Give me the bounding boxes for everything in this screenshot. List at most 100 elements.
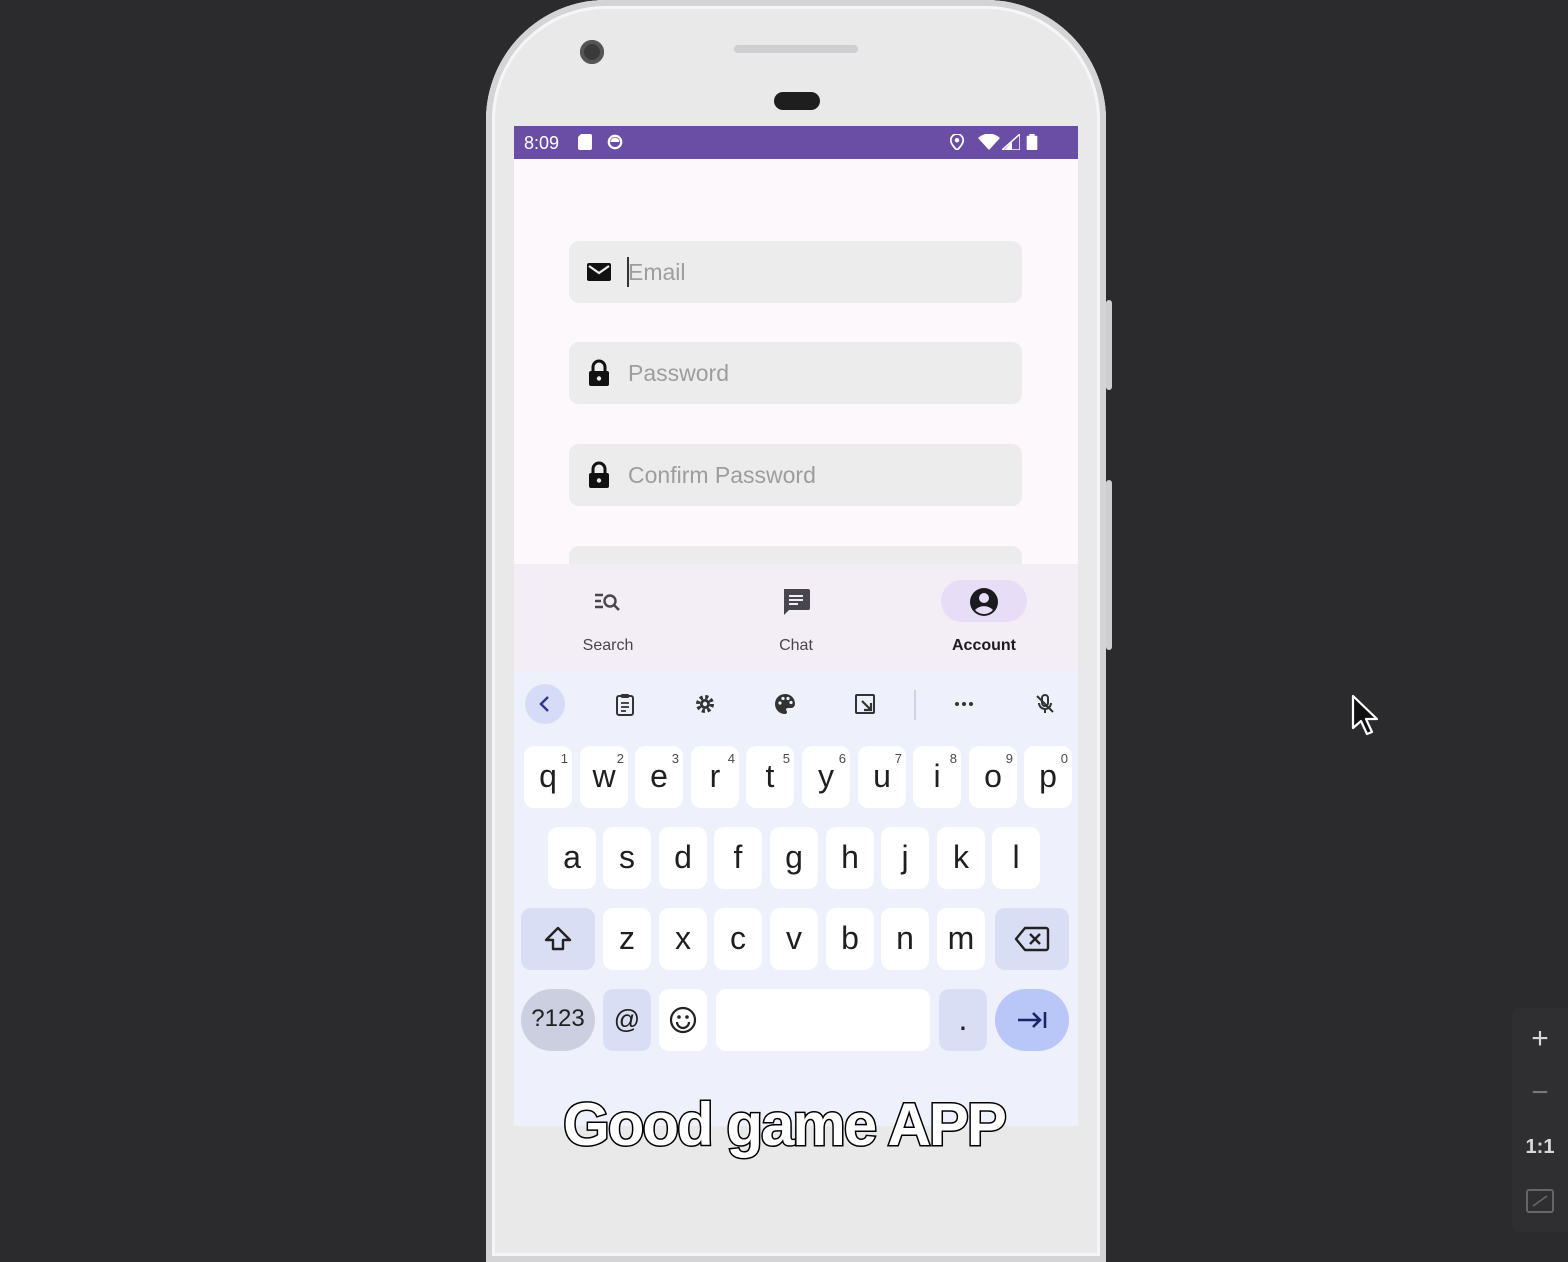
mouse-cursor-icon — [1351, 694, 1379, 736]
key-label: o — [984, 758, 1002, 794]
sync-icon — [607, 134, 623, 150]
nav-item-search[interactable]: Search — [514, 564, 702, 670]
lock-icon — [589, 359, 609, 386]
emoji-key[interactable] — [659, 989, 707, 1051]
emulator-zoom-controls: + − 1:1 — [1512, 1008, 1568, 1232]
key-hint: 2 — [616, 751, 624, 766]
key-c[interactable]: c — [714, 908, 762, 970]
key-a[interactable]: a — [548, 827, 596, 889]
clipboard-icon — [616, 694, 634, 716]
confirm-password-placeholder: Confirm Password — [628, 462, 816, 488]
key-r[interactable]: 4r — [691, 746, 739, 808]
location-icon — [950, 134, 964, 150]
toolbar-divider — [914, 690, 916, 720]
device-screen: 8:09 Email Password Confirm Password Sea… — [514, 126, 1078, 1126]
shift-key[interactable] — [521, 908, 595, 970]
key-q[interactable]: 1q — [524, 746, 572, 808]
key-p[interactable]: 0p — [1024, 746, 1072, 808]
key-label: q — [539, 758, 557, 794]
key-i[interactable]: 8i — [913, 746, 961, 808]
zoom-out-button[interactable]: − — [1512, 1068, 1568, 1118]
keyboard-settings-button[interactable] — [685, 684, 725, 724]
palette-icon — [775, 694, 795, 714]
lock-icon — [589, 461, 609, 488]
password-field[interactable]: Password — [569, 342, 1022, 404]
key-hint: 9 — [1005, 751, 1013, 766]
back-icon — [539, 696, 549, 712]
earpiece-speaker — [734, 45, 858, 53]
actual-size-button[interactable]: 1:1 — [1512, 1122, 1568, 1172]
key-w[interactable]: 2w — [580, 746, 628, 808]
password-placeholder: Password — [628, 360, 729, 386]
sd-card-icon — [578, 134, 592, 150]
key-m[interactable]: m — [937, 908, 985, 970]
resize-keyboard-button[interactable] — [845, 684, 885, 724]
key-label: p — [1039, 758, 1057, 794]
key-l[interactable]: l — [992, 827, 1040, 889]
key-hint: 6 — [838, 751, 846, 766]
at-key[interactable]: @ — [603, 989, 651, 1051]
key-label: y — [818, 758, 834, 794]
key-b[interactable]: b — [826, 908, 874, 970]
key-g[interactable]: g — [770, 827, 818, 889]
voice-input-button[interactable] — [1025, 684, 1065, 724]
nav-label-account: Account — [952, 637, 1016, 654]
volume-button — [1106, 480, 1112, 650]
email-field[interactable]: Email — [569, 241, 1022, 303]
key-n[interactable]: n — [881, 908, 929, 970]
nav-item-account[interactable]: Account — [890, 564, 1078, 670]
emoji-icon — [669, 1006, 697, 1034]
key-t[interactable]: 5t — [746, 746, 794, 808]
key-j[interactable]: j — [881, 827, 929, 889]
key-label: t — [765, 758, 775, 794]
key-k[interactable]: k — [937, 827, 985, 889]
fit-screen-button[interactable] — [1512, 1176, 1568, 1226]
front-camera — [580, 40, 604, 64]
key-hint: 5 — [782, 751, 790, 766]
email-icon — [587, 263, 611, 281]
bottom-navigation: Search Chat Account — [514, 564, 1078, 670]
nav-label-chat: Chat — [779, 637, 813, 654]
settings-icon — [696, 695, 714, 713]
key-y[interactable]: 6y — [802, 746, 850, 808]
space-key[interactable] — [716, 989, 930, 1051]
fit-screen-icon — [1526, 1189, 1554, 1213]
battery-icon — [1026, 134, 1038, 150]
backspace-icon — [1014, 926, 1050, 952]
shift-icon — [544, 926, 572, 951]
theme-button[interactable] — [765, 684, 805, 724]
key-hint: 7 — [894, 751, 902, 766]
key-f[interactable]: f — [714, 827, 762, 889]
key-hint: 4 — [727, 751, 735, 766]
period-key[interactable]: . — [939, 989, 987, 1051]
key-label: r — [709, 758, 721, 794]
status-bar: 8:09 — [514, 126, 1078, 159]
symbols-key[interactable]: ?123 — [521, 989, 595, 1051]
email-placeholder: Email — [628, 259, 686, 285]
proximity-sensor — [774, 92, 820, 110]
clipboard-button[interactable] — [605, 684, 645, 724]
key-x[interactable]: x — [659, 908, 707, 970]
soft-keyboard: 1q 2w 3e 4r 5t 6y 7u 8i 9o 0p a s d f g … — [514, 670, 1078, 1126]
key-d[interactable]: d — [659, 827, 707, 889]
key-hint: 1 — [560, 751, 568, 766]
zoom-in-button[interactable]: + — [1512, 1014, 1568, 1064]
nav-label-search: Search — [582, 637, 634, 654]
key-v[interactable]: v — [770, 908, 818, 970]
key-u[interactable]: 7u — [858, 746, 906, 808]
confirm-password-field[interactable]: Confirm Password — [569, 444, 1022, 506]
key-s[interactable]: s — [603, 827, 651, 889]
key-o[interactable]: 9o — [969, 746, 1017, 808]
key-z[interactable]: z — [603, 908, 651, 970]
key-hint: 8 — [949, 751, 957, 766]
backspace-key[interactable] — [995, 908, 1069, 970]
search-list-icon — [595, 593, 620, 611]
more-options-button[interactable] — [944, 684, 984, 724]
nav-item-chat[interactable]: Chat — [702, 564, 890, 670]
keyboard-back-button[interactable] — [525, 684, 565, 724]
next-field-key[interactable] — [995, 989, 1069, 1051]
key-h[interactable]: h — [826, 827, 874, 889]
key-label: e — [650, 758, 668, 794]
wifi-icon — [978, 134, 1000, 150]
key-e[interactable]: 3e — [635, 746, 683, 808]
